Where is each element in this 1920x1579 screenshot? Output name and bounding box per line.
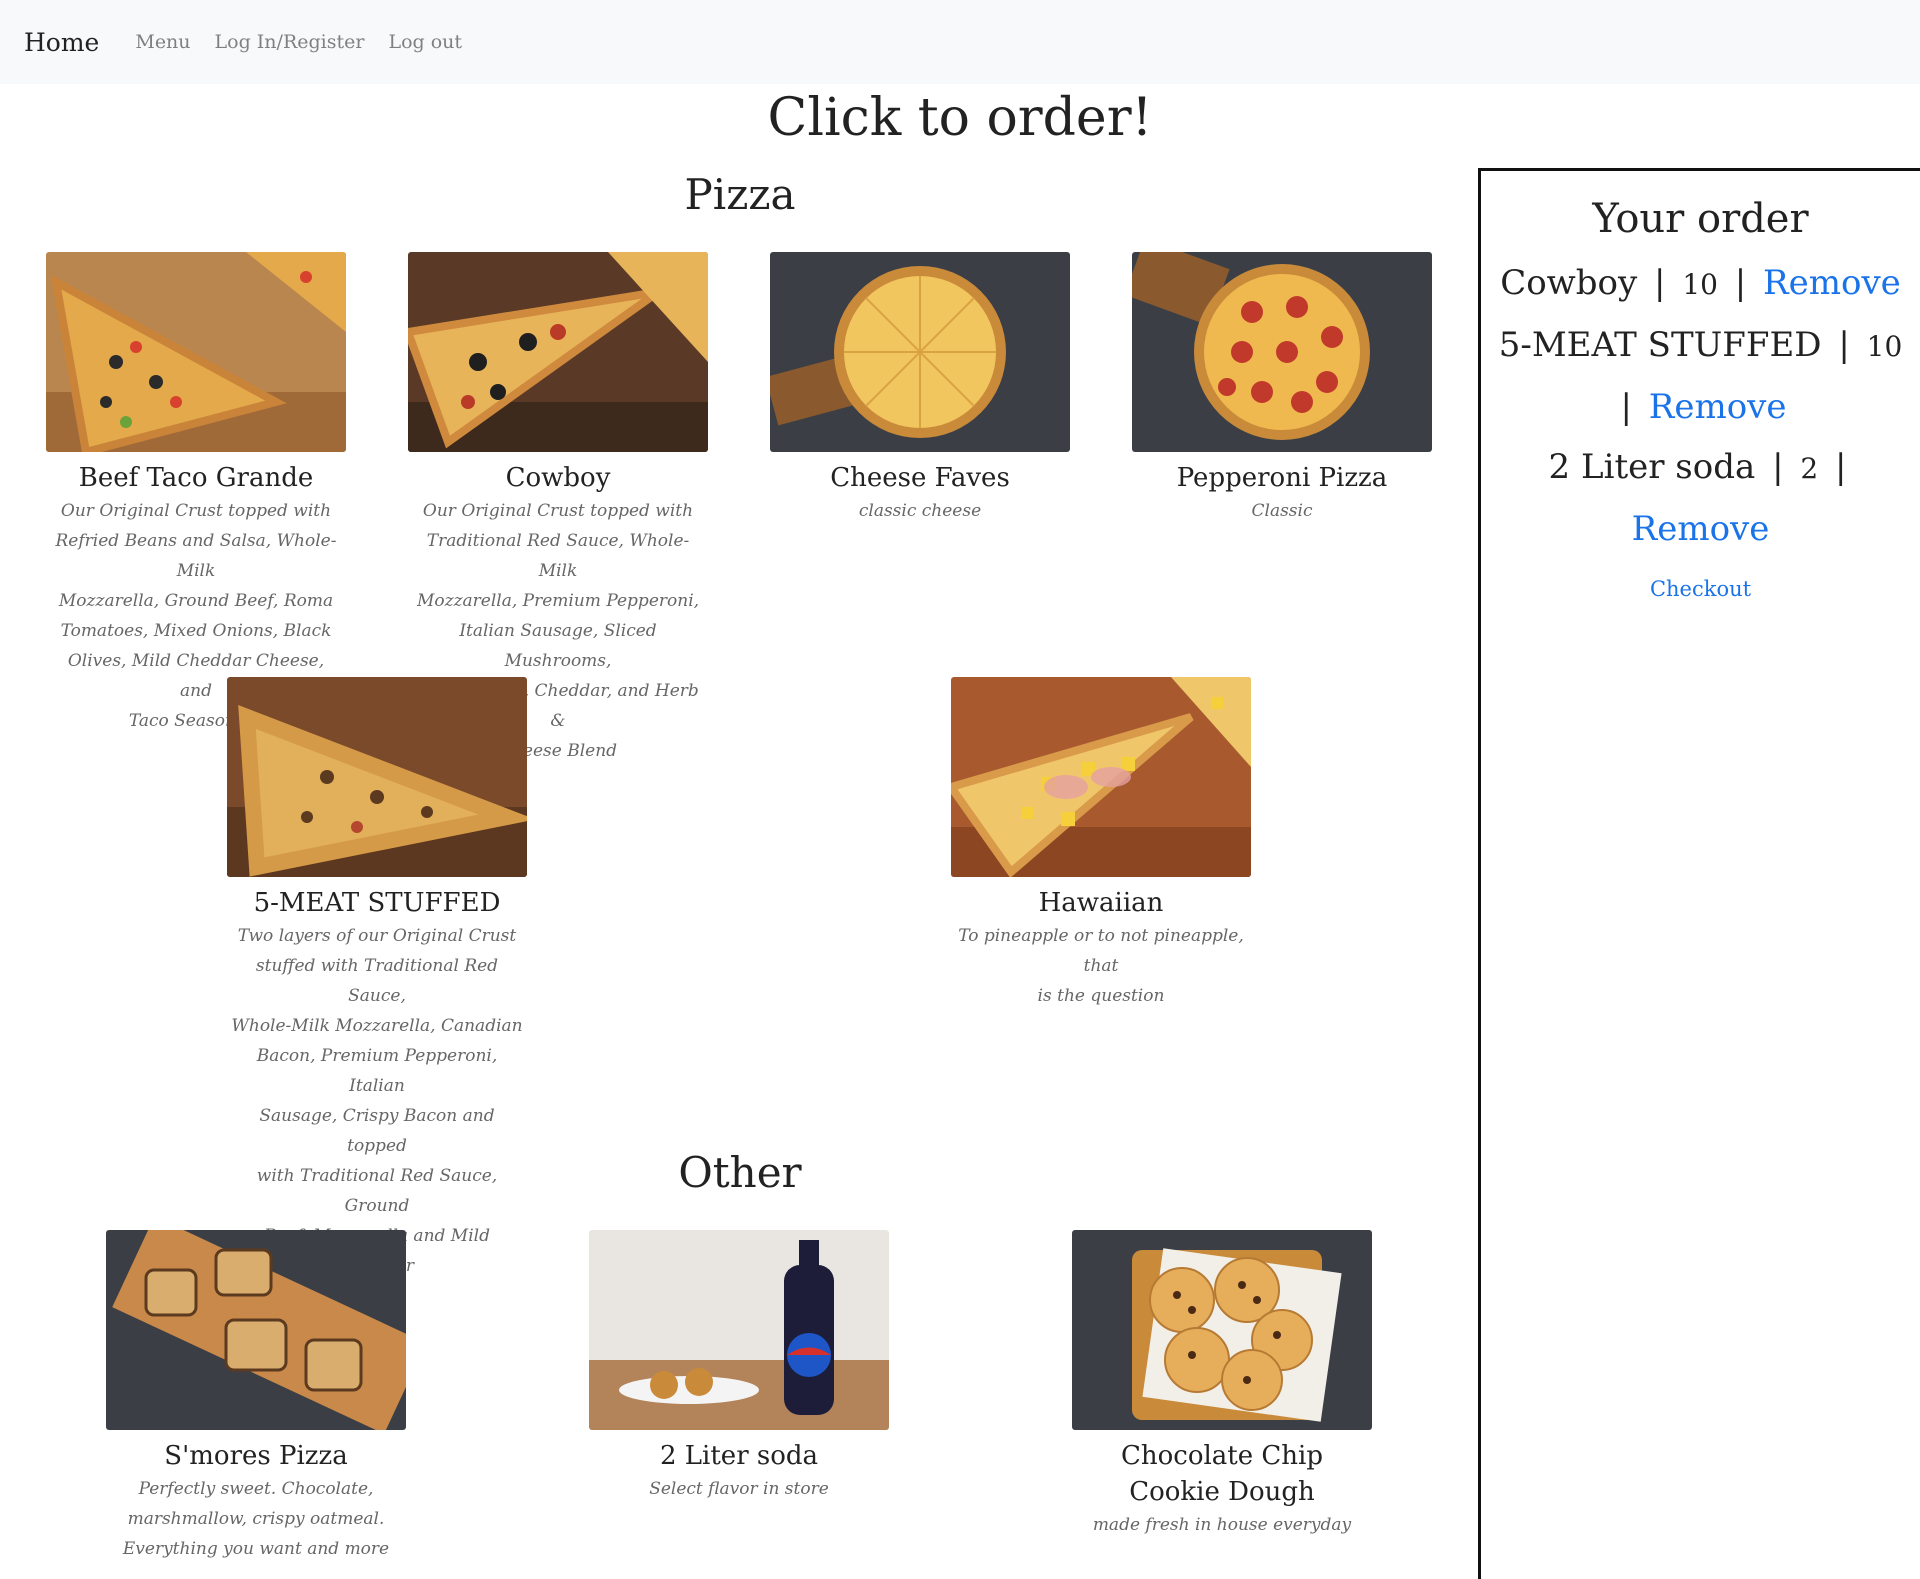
item-description: Perfectly sweet. Chocolate, marshmallow, … bbox=[122, 1479, 390, 1559]
order-item-qty: 2 bbox=[1800, 452, 1819, 485]
order-list: Cowboy | 10 | Remove 5-MEAT STUFFED | 10… bbox=[1481, 253, 1920, 559]
order-item-qty: 10 bbox=[1682, 268, 1718, 301]
nav-home-link[interactable]: Home bbox=[24, 28, 99, 57]
item-name: Cheese Faves bbox=[830, 463, 1010, 493]
order-title: Your order bbox=[1592, 196, 1809, 242]
pepperoni-pizza-image bbox=[1132, 252, 1432, 452]
menu-item-hawaiian[interactable]: Hawaiian To pineapple or to not pineappl… bbox=[951, 677, 1251, 1011]
item-description: Two layers of our Original Crust stuffed … bbox=[231, 926, 523, 1276]
menu-item-cheese-faves[interactable]: Cheese Faves classic cheese bbox=[770, 252, 1070, 526]
item-description: made fresh in house everyday bbox=[1092, 1515, 1352, 1535]
order-line: 2 Liter soda | 2 | Remove bbox=[1548, 447, 1847, 549]
checkout-link[interactable]: Checkout bbox=[1481, 577, 1920, 601]
navbar: Home Menu Log In/Register Log out bbox=[0, 0, 1920, 84]
item-name: Beef Taco Grande bbox=[78, 463, 314, 493]
cowboy-image bbox=[408, 252, 708, 452]
menu-item-pepperoni-pizza[interactable]: Pepperoni Pizza Classic bbox=[1132, 252, 1432, 526]
order-panel: Your order Cowboy | 10 | Remove 5-MEAT S… bbox=[1478, 168, 1920, 1579]
section-title-pizza: Pizza bbox=[684, 170, 796, 219]
remove-link[interactable]: Remove bbox=[1763, 263, 1901, 303]
order-line: Cowboy | 10 | Remove bbox=[1500, 263, 1901, 303]
item-name: Chocolate Chip Cookie Dough bbox=[1120, 1441, 1324, 1507]
5-meat-stuffed-image bbox=[227, 677, 527, 877]
cheese-faves-image bbox=[770, 252, 1070, 452]
menu-item-smores-pizza[interactable]: S'mores Pizza Perfectly sweet. Chocolate… bbox=[106, 1230, 406, 1564]
nav-menu-link[interactable]: Menu bbox=[135, 31, 190, 53]
order-line: 5-MEAT STUFFED | 10 | Remove bbox=[1498, 325, 1903, 427]
item-description: Classic bbox=[1251, 501, 1313, 521]
hawaiian-image bbox=[951, 677, 1251, 877]
order-item-name: 5-MEAT STUFFED bbox=[1498, 325, 1822, 365]
remove-link[interactable]: Remove bbox=[1649, 387, 1787, 427]
item-name: Cowboy bbox=[505, 463, 611, 493]
chocolate-chip-cookie-dough-image bbox=[1072, 1230, 1372, 1430]
2-liter-soda-image bbox=[589, 1230, 889, 1430]
menu-item-chocolate-chip-cookie-dough[interactable]: Chocolate Chip Cookie Dough made fresh i… bbox=[1072, 1230, 1372, 1540]
nav-login-register-link[interactable]: Log In/Register bbox=[215, 31, 365, 53]
order-item-name: Cowboy bbox=[1500, 263, 1638, 303]
menu-item-2-liter-soda[interactable]: 2 Liter soda Select flavor in store bbox=[589, 1230, 889, 1504]
beef-taco-grande-image bbox=[46, 252, 346, 452]
item-name: S'mores Pizza bbox=[164, 1441, 348, 1471]
item-description: classic cheese bbox=[858, 501, 982, 521]
item-name: 2 Liter soda bbox=[659, 1441, 819, 1471]
item-name: Pepperoni Pizza bbox=[1176, 463, 1388, 493]
item-description: Select flavor in store bbox=[649, 1479, 829, 1499]
menu-item-5-meat-stuffed[interactable]: 5-MEAT STUFFED Two layers of our Origina… bbox=[227, 677, 527, 1281]
nav-logout-link[interactable]: Log out bbox=[388, 31, 462, 53]
menu-item-beef-taco-grande[interactable]: Beef Taco Grande Our Original Crust topp… bbox=[46, 252, 346, 736]
smores-pizza-image bbox=[106, 1230, 406, 1430]
item-name: Hawaiian bbox=[1038, 888, 1164, 918]
order-item-name: 2 Liter soda bbox=[1548, 447, 1756, 487]
page-title: Click to order! bbox=[767, 88, 1153, 148]
section-title-other: Other bbox=[678, 1148, 802, 1197]
item-name: 5-MEAT STUFFED bbox=[253, 888, 501, 918]
item-description: To pineapple or to not pineapple, that is… bbox=[958, 926, 1244, 1006]
order-item-qty: 10 bbox=[1866, 330, 1903, 363]
remove-link[interactable]: Remove bbox=[1632, 509, 1770, 549]
